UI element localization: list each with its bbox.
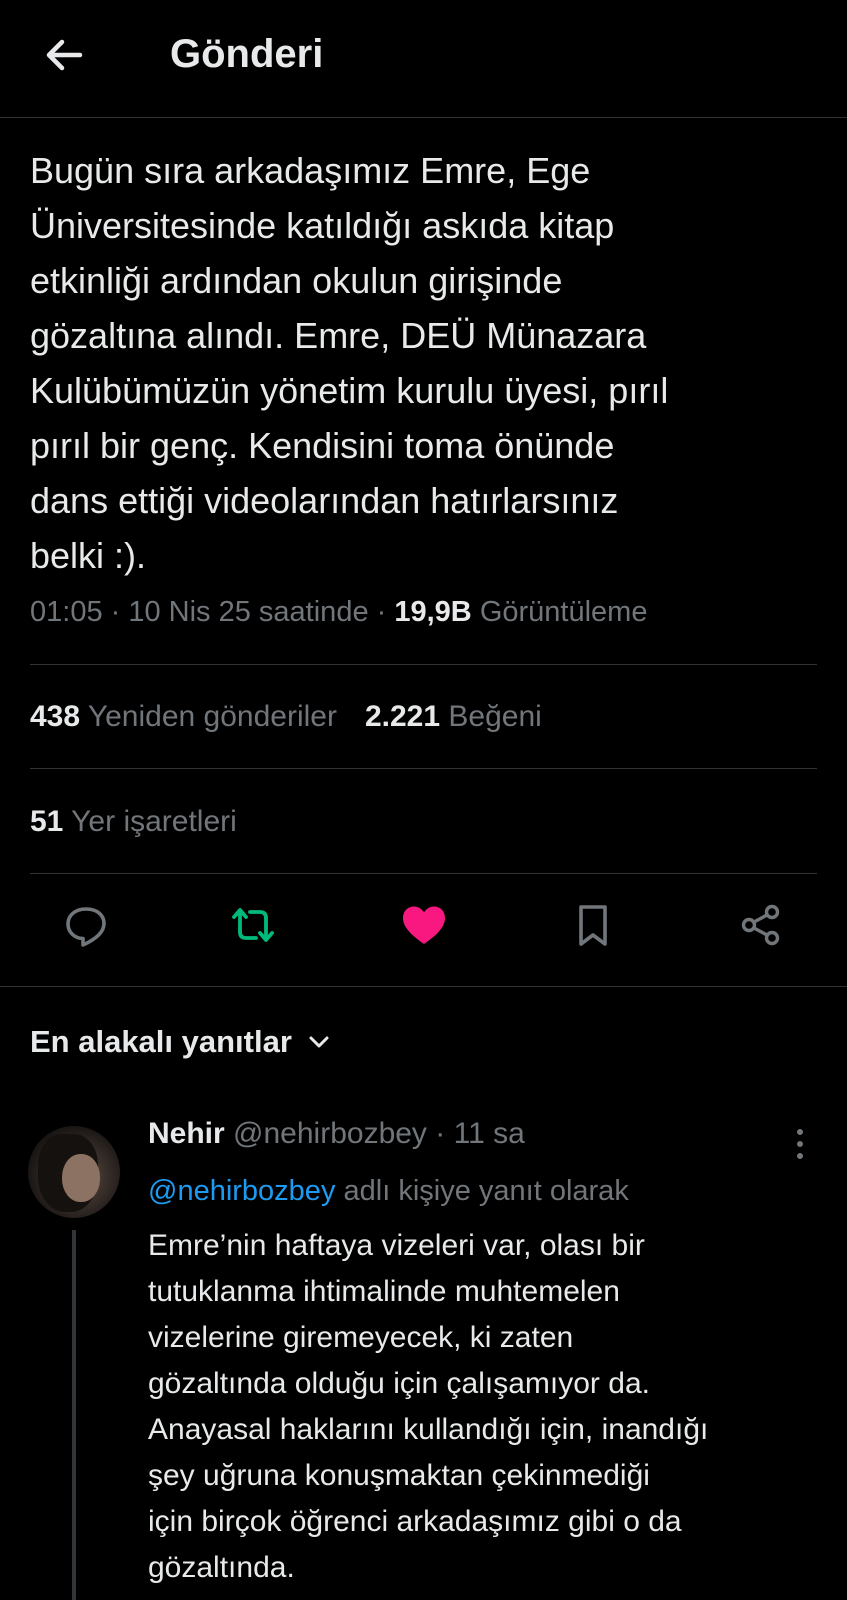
reply-header: Nehir @nehirbozbey · 11 sa bbox=[148, 1117, 525, 1151]
more-options-button[interactable] bbox=[780, 1124, 820, 1164]
reposts-stat[interactable]: 438 Yeniden gönderiler bbox=[30, 700, 337, 733]
post-text-line: pırıl bir genç. Kendisini toma önünde bbox=[30, 425, 615, 466]
meta-separator: · bbox=[110, 596, 129, 628]
reply-text: Emre’nin haftaya vizeleri var, olası bir… bbox=[148, 1223, 828, 1591]
divider bbox=[30, 664, 817, 665]
meta-separator: · bbox=[435, 1117, 446, 1150]
bookmarks-count: 51 bbox=[30, 805, 64, 838]
share-icon bbox=[741, 904, 780, 946]
reply-text-line: gözaltında. bbox=[148, 1551, 295, 1584]
like-button[interactable] bbox=[399, 900, 449, 950]
post-text-line: dans ettiği videolarından hatırlarsınız bbox=[30, 480, 619, 521]
page-title: Gönderi bbox=[170, 32, 324, 76]
meta-separator: · bbox=[376, 596, 395, 628]
repost-button[interactable] bbox=[228, 900, 278, 950]
reply-context-label: adlı kişiye yanıt olarak bbox=[343, 1175, 629, 1207]
post-date[interactable]: 10 Nis 25 saatinde bbox=[128, 596, 368, 628]
views-count[interactable]: 19,9B bbox=[394, 596, 471, 628]
reply-text-line: Anayasal haklarını kullandığı için, inan… bbox=[148, 1413, 709, 1446]
divider bbox=[30, 873, 817, 874]
divider bbox=[30, 768, 817, 769]
bookmark-icon bbox=[579, 905, 607, 946]
reposts-label: Yeniden gönderiler bbox=[87, 700, 337, 733]
post-text-line: gözaltına alındı. Emre, DEÜ Münazara bbox=[30, 315, 647, 356]
thread-line bbox=[72, 1230, 76, 1600]
comment-icon bbox=[66, 907, 106, 947]
reply-age[interactable]: 11 sa bbox=[454, 1117, 525, 1150]
reposts-count: 438 bbox=[30, 700, 81, 733]
reply-text-line: vizelerine giremeyecek, ki zaten bbox=[148, 1321, 574, 1354]
engagement-stats: 438 Yeniden gönderiler 2.221 Beğeni bbox=[30, 700, 542, 734]
replies-sort-label: En alakalı yanıtlar bbox=[30, 1024, 292, 1059]
reply-button[interactable] bbox=[61, 900, 111, 950]
avatar-face bbox=[62, 1154, 100, 1202]
replies-sort-dropdown[interactable]: En alakalı yanıtlar bbox=[30, 1024, 332, 1060]
post-text-line: Bugün sıra arkadaşımız Emre, Ege bbox=[30, 150, 591, 191]
share-button[interactable] bbox=[736, 900, 786, 950]
bookmarks-stat[interactable]: 51 Yer işaretleri bbox=[30, 805, 237, 839]
likes-count: 2.221 bbox=[364, 700, 441, 733]
top-bar: Gönderi bbox=[0, 0, 847, 118]
chevron-down-icon bbox=[309, 1036, 329, 1048]
reply-text-line: Emre’nin haftaya vizeleri var, olası bir bbox=[148, 1229, 645, 1262]
reply-text-line: şey uğruna konuşmaktan çekinmediği bbox=[148, 1459, 650, 1492]
reply-text-line: tutuklanma ihtimalinde muhtemelen bbox=[148, 1275, 620, 1308]
back-button[interactable] bbox=[40, 30, 90, 80]
repost-icon bbox=[232, 908, 274, 942]
post-text: Bugün sıra arkadaşımız Emre, Ege Ünivers… bbox=[30, 143, 820, 583]
views-label: Görüntüleme bbox=[479, 596, 648, 628]
heart-icon bbox=[403, 906, 445, 944]
reply-context: @nehirbozbey adlı kişiye yanıt olarak bbox=[148, 1175, 629, 1208]
post-time[interactable]: 01:05 bbox=[30, 596, 103, 628]
post-text-line: Kulübümüzün yönetim kurulu üyesi, pırıl bbox=[30, 370, 669, 411]
reply-author-handle[interactable]: @nehirbozbey bbox=[233, 1117, 427, 1150]
arrow-left-icon bbox=[46, 39, 83, 71]
avatar[interactable] bbox=[28, 1126, 120, 1218]
post-text-line: belki :). bbox=[30, 535, 147, 576]
mention-link[interactable]: @nehirbozbey bbox=[148, 1175, 335, 1207]
reply-text-line: gözaltında olduğu için çalışamıyor da. bbox=[148, 1367, 650, 1400]
bookmark-button[interactable] bbox=[568, 900, 618, 950]
divider bbox=[0, 986, 847, 987]
reply-author-name[interactable]: Nehir bbox=[148, 1117, 225, 1150]
post-text-line: Üniversitesinde katıldığı askıda kitap bbox=[30, 205, 615, 246]
more-vertical-icon bbox=[797, 1129, 803, 1159]
likes-stat[interactable]: 2.221 Beğeni bbox=[365, 700, 542, 733]
bookmarks-label: Yer işaretleri bbox=[71, 805, 237, 838]
likes-label: Beğeni bbox=[448, 700, 542, 733]
reply-text-line: için birçok öğrenci arkadaşımız gibi o d… bbox=[148, 1505, 682, 1538]
post-meta: 01:05 · 10 Nis 25 saatinde · 19,9B Görün… bbox=[30, 596, 647, 629]
post-text-line: etkinliği ardından okulun girişinde bbox=[30, 260, 563, 301]
